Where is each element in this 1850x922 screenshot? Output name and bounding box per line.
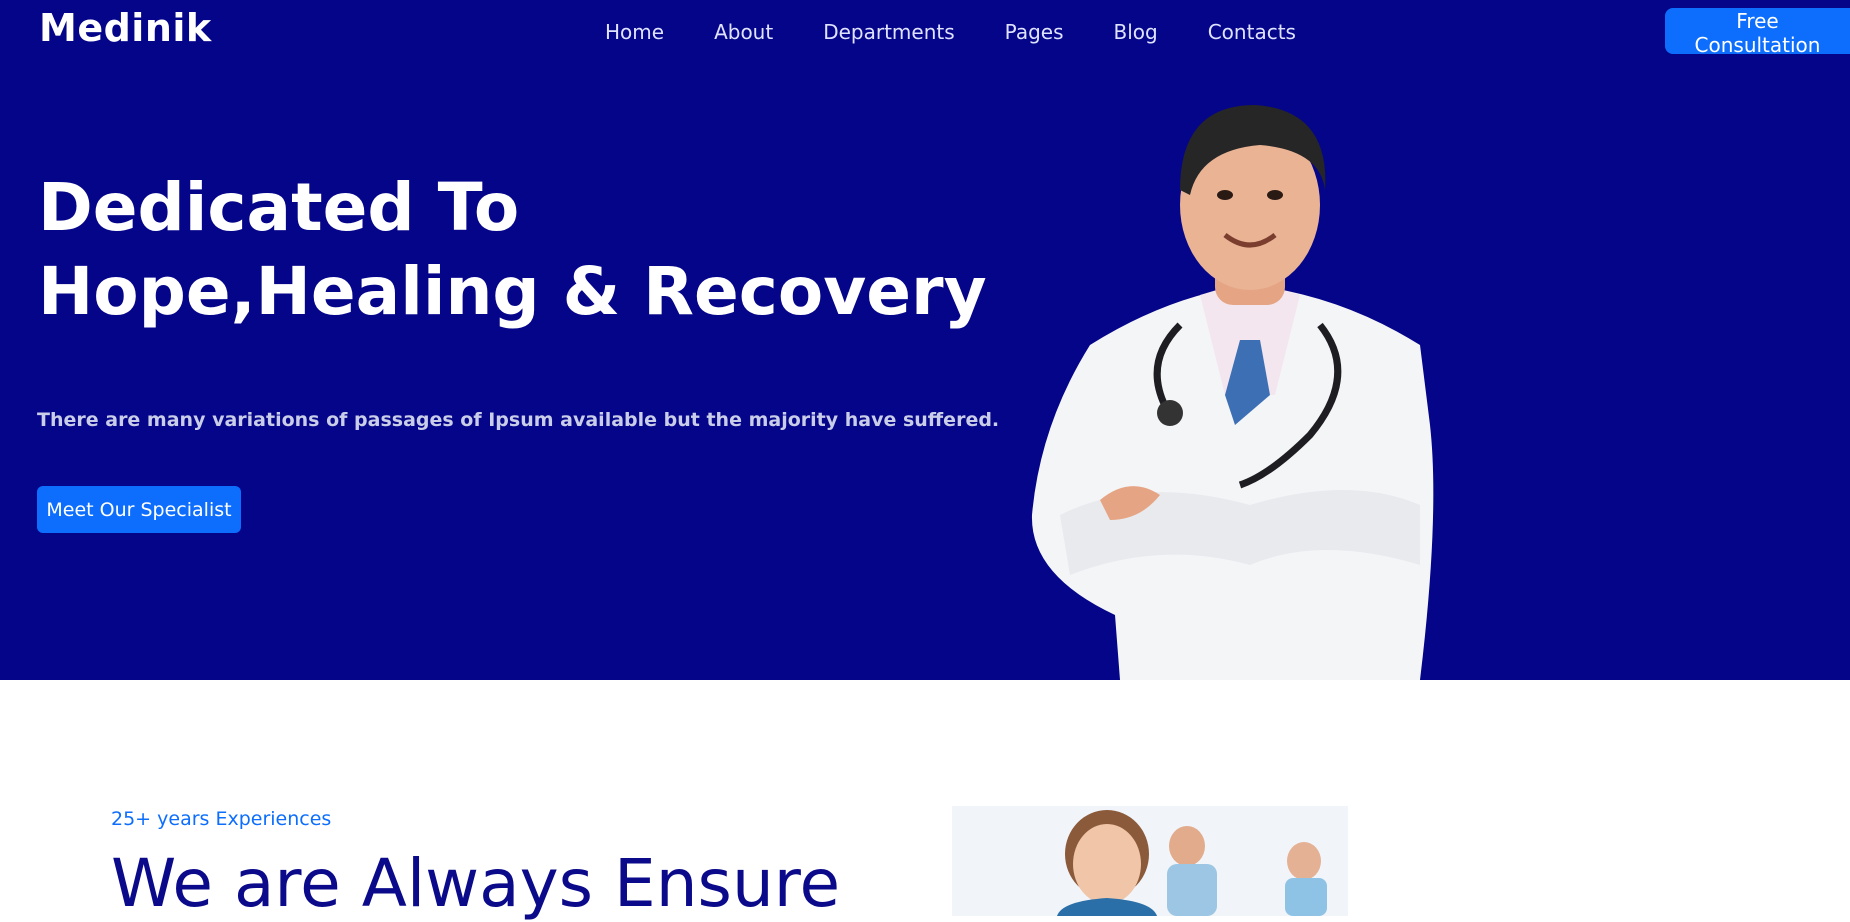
nav-item-departments[interactable]: Departments	[823, 20, 954, 44]
nav-item-contacts[interactable]: Contacts	[1208, 20, 1296, 44]
doctor-head-right	[1287, 842, 1321, 880]
nurse-face	[1073, 824, 1141, 904]
stethoscope-chest-piece	[1157, 400, 1183, 426]
patient-gown	[1167, 864, 1217, 916]
doctor-eye-right	[1267, 190, 1283, 200]
main-nav: Home About Departments Pages Blog Contac…	[605, 20, 1346, 44]
hero-headline: Dedicated To Hope,Healing & Recovery	[38, 166, 987, 334]
nav-item-home[interactable]: Home	[605, 20, 664, 44]
doctor-image	[1031, 105, 1434, 680]
hero-headline-line2: Hope,Healing & Recovery	[38, 253, 987, 330]
hero-headline-line1: Dedicated To	[38, 169, 520, 246]
medical-team-illustration	[952, 806, 1348, 916]
doctor-eye-left	[1217, 190, 1233, 200]
doctor-scrubs-right	[1285, 878, 1327, 916]
meet-specialist-button[interactable]: Meet Our Specialist	[37, 486, 241, 533]
nav-item-blog[interactable]: Blog	[1114, 20, 1158, 44]
hero-section: Medinik Home About Departments Pages Blo…	[0, 0, 1850, 680]
experience-label: 25+ years Experiences	[111, 808, 332, 830]
nav-item-about[interactable]: About	[714, 20, 773, 44]
about-title: We are Always Ensure	[111, 845, 841, 922]
free-consultation-button[interactable]: Free Consultation	[1665, 8, 1850, 57]
patient-head	[1169, 826, 1205, 866]
nav-item-pages[interactable]: Pages	[1005, 20, 1064, 44]
hero-subtext: There are many variations of passages of…	[37, 409, 1000, 431]
medical-team-photo	[952, 806, 1348, 916]
brand-logo[interactable]: Medinik	[39, 6, 212, 50]
